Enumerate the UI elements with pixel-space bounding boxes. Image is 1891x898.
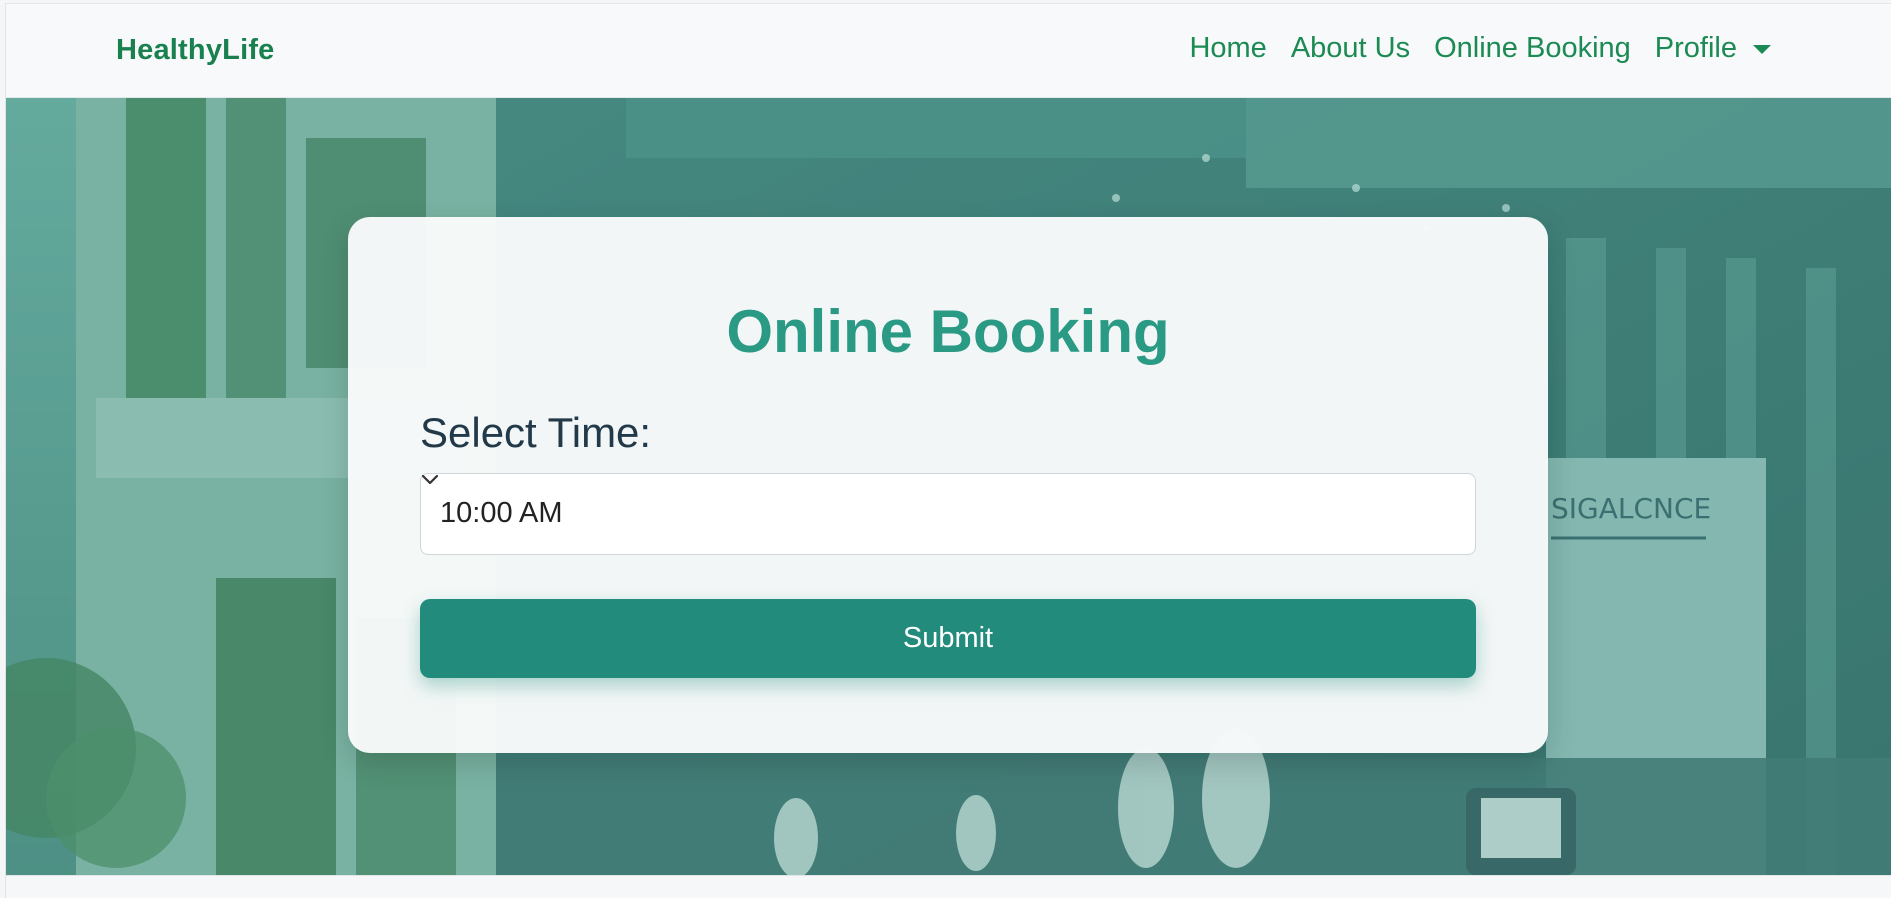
- time-select-value: 10:00 AM: [440, 497, 563, 529]
- brand-logo[interactable]: HealthyLife: [116, 34, 275, 67]
- navbar: HealthyLife Home About Us Online Booking…: [6, 4, 1891, 98]
- browser-viewport: HealthyLife Home About Us Online Booking…: [5, 3, 1891, 898]
- nav-home[interactable]: Home: [1189, 32, 1266, 65]
- booking-card: Online Booking Select Time: 10:00 AM Sub…: [348, 217, 1548, 753]
- nav-profile-label: Profile: [1654, 32, 1737, 64]
- page-footer-edge: [6, 875, 1891, 898]
- submit-button[interactable]: Submit: [420, 599, 1476, 678]
- caret-down-icon: [1753, 45, 1771, 54]
- nav-about-us[interactable]: About Us: [1291, 32, 1410, 65]
- hero-background: SIGALCNCE Online Booking Select Time: 10…: [6, 98, 1891, 875]
- nav-profile-dropdown[interactable]: Profile: [1655, 32, 1771, 65]
- select-time-label: Select Time:: [420, 409, 652, 456]
- chevron-down-icon: [421, 474, 439, 485]
- page-title: Online Booking: [726, 298, 1170, 365]
- nav-online-booking[interactable]: Online Booking: [1434, 32, 1631, 65]
- time-select[interactable]: 10:00 AM: [420, 473, 1476, 555]
- nav-links: Home About Us Online Booking Profile: [1189, 32, 1771, 65]
